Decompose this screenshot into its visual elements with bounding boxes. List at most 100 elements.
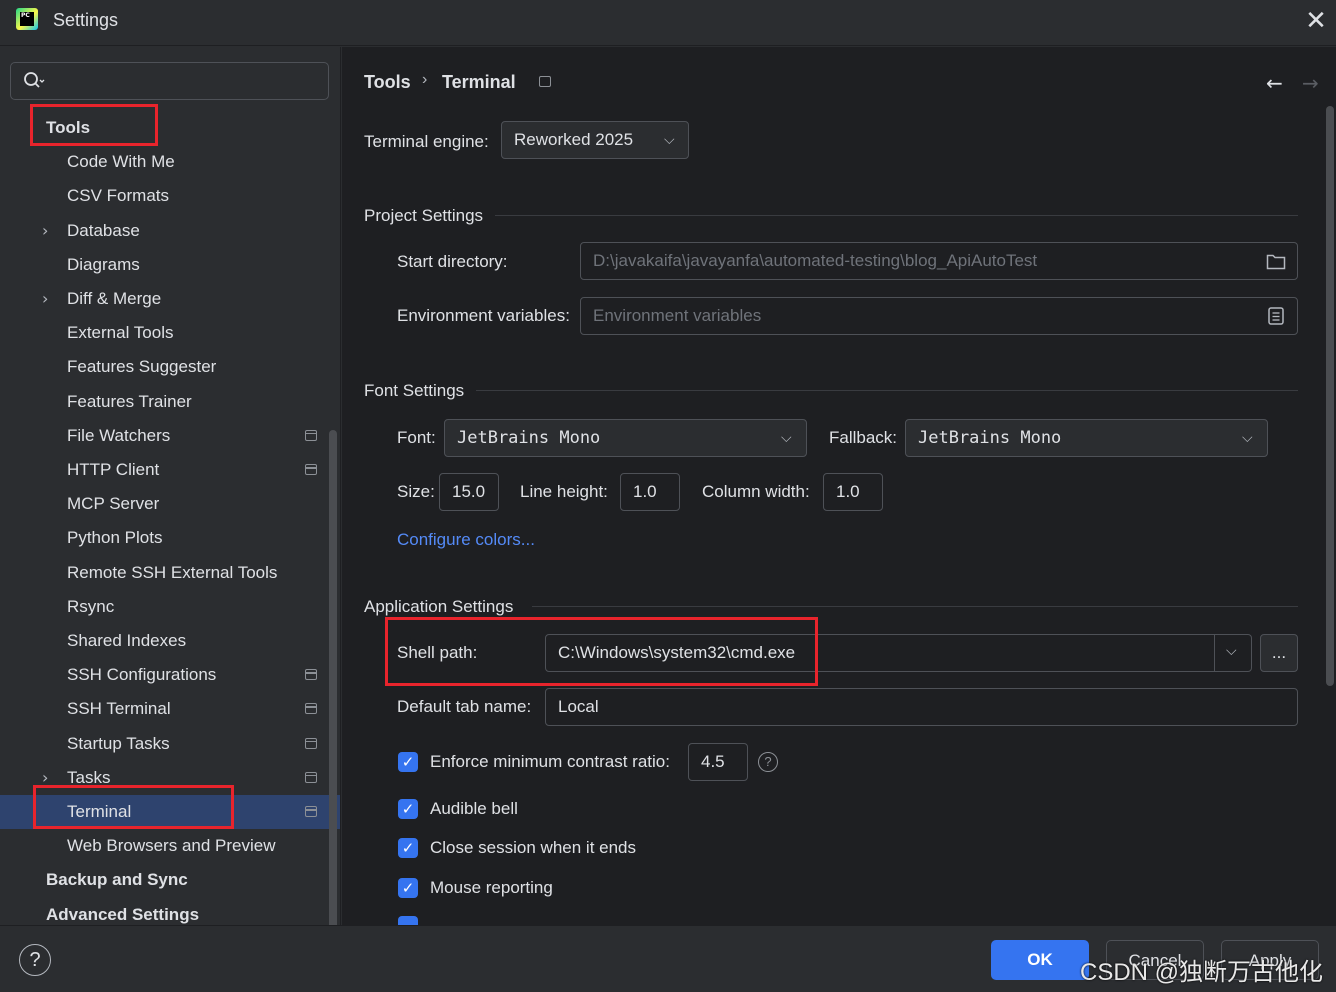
edit-list-icon[interactable] <box>1268 307 1284 325</box>
sidebar-item-label: SSH Terminal <box>67 699 171 719</box>
sidebar-item-label: Code With Me <box>67 152 175 172</box>
environment-variables-label: Environment variables: <box>397 306 570 325</box>
watermark: CSDN @独断万古他化 <box>1080 959 1324 986</box>
shell-path-dropdown-chevron-icon[interactable]: ⌵ <box>1226 643 1237 659</box>
fallback-font-dropdown[interactable]: JetBrains Mono ⌵ <box>905 419 1268 457</box>
sidebar-item-rsync[interactable]: Rsync <box>0 590 340 624</box>
terminal-engine-value: Reworked 2025 <box>514 130 634 149</box>
sidebar-item-features-suggester[interactable]: Features Suggester <box>0 350 340 384</box>
line-height-field[interactable]: 1.0 <box>620 473 680 511</box>
sidebar-item-external-tools[interactable]: External Tools <box>0 316 340 350</box>
breadcrumb-parent[interactable]: Tools <box>364 72 411 93</box>
sidebar-item-label: Shared Indexes <box>67 631 187 650</box>
sidebar-item-label: File Watchers <box>67 425 171 445</box>
forward-arrow-icon[interactable]: → <box>1302 71 1319 95</box>
column-width-label: Column width: <box>702 482 810 501</box>
sidebar-item-label: Diff & Merge <box>67 289 162 308</box>
project-level-icon <box>305 669 317 681</box>
chevron-down-icon: ⌵ <box>664 132 675 148</box>
back-arrow-icon[interactable]: ← <box>1266 71 1283 95</box>
default-tab-name-field[interactable]: Local <box>545 688 1298 726</box>
content-scrollbar[interactable] <box>1326 106 1334 686</box>
font-size-field[interactable]: 15.0 <box>439 473 499 511</box>
sidebar-scrollbar[interactable] <box>329 430 337 946</box>
chevron-right-icon[interactable]: › <box>42 282 48 316</box>
size-label: Size: <box>397 482 435 501</box>
sidebar-item-label: Web Browsers and Preview <box>67 836 276 856</box>
separator <box>495 215 1298 216</box>
sidebar-item-python-plots[interactable]: Python Plots <box>0 521 340 555</box>
sidebar-item-features-trainer[interactable]: Features Trainer <box>0 385 340 419</box>
highlight-box-tools <box>30 104 158 146</box>
fallback-value: JetBrains Mono <box>918 428 1062 448</box>
sidebar-item-shared-indexes[interactable]: Shared Indexes <box>0 624 340 658</box>
search-input[interactable] <box>10 62 329 100</box>
sidebar-item-mcp-server[interactable]: MCP Server <box>0 487 340 521</box>
sidebar-item-code-with-me[interactable]: Code With Me <box>0 145 340 179</box>
start-directory-value: D:\javakaifa\javayanfa\automated-testing… <box>593 251 1038 270</box>
project-level-icon <box>305 737 317 749</box>
project-level-icon <box>305 429 317 441</box>
sidebar-item-ssh-configurations[interactable]: SSH Configurations <box>0 658 340 692</box>
contrast-ratio-checkbox[interactable]: ✓ <box>398 752 418 772</box>
mouse-reporting-label: Mouse reporting <box>430 878 553 897</box>
sidebar-item-backup-and-sync[interactable]: Backup and Sync <box>0 863 340 897</box>
environment-variables-field[interactable]: Environment variables <box>580 297 1298 335</box>
browse-button[interactable]: ... <box>1260 634 1298 672</box>
chevron-right-icon[interactable]: › <box>42 214 48 248</box>
search-icon <box>24 72 45 88</box>
separator <box>532 606 1298 607</box>
sidebar-item-label: Features Trainer <box>67 391 192 411</box>
configure-colors-link[interactable]: Configure colors... <box>397 530 535 550</box>
sidebar-item-csv-formats[interactable]: CSV Formats <box>0 179 340 213</box>
column-width-field[interactable]: 1.0 <box>823 473 883 511</box>
default-tab-name-label: Default tab name: <box>397 697 532 716</box>
sidebar-item-label: Remote SSH External Tools <box>67 562 278 582</box>
sidebar-item-label: Features Suggester <box>67 357 217 377</box>
highlight-box-terminal <box>33 785 234 829</box>
terminal-engine-dropdown[interactable]: Reworked 2025 ⌵ <box>501 121 689 159</box>
partially-visible-checkbox[interactable] <box>398 916 418 925</box>
window-title: Settings <box>53 10 119 30</box>
sidebar-item-remote-ssh-external-tools[interactable]: Remote SSH External Tools <box>0 556 340 590</box>
sidebar-item-label: External Tools <box>67 323 174 343</box>
sidebar-item-label: Python Plots <box>67 528 163 548</box>
line-height-value: 1.0 <box>633 482 657 501</box>
folder-icon[interactable] <box>1266 253 1286 270</box>
sidebar-item-file-watchers[interactable]: File Watchers <box>0 419 340 453</box>
environment-variables-placeholder: Environment variables <box>593 306 762 325</box>
start-directory-label: Start directory: <box>397 252 508 271</box>
sidebar-item-diff-merge[interactable]: › Diff & Merge <box>0 282 340 316</box>
close-session-checkbox[interactable]: ✓ <box>398 838 418 858</box>
start-directory-field[interactable]: D:\javakaifa\javayanfa\automated-testing… <box>580 242 1298 280</box>
separator <box>476 390 1298 391</box>
contrast-ratio-label: Enforce minimum contrast ratio: <box>430 752 670 771</box>
sidebar-item-label: SSH Configurations <box>67 665 217 685</box>
sidebar-item-label: MCP Server <box>67 494 160 514</box>
contrast-ratio-value: 4.5 <box>701 752 725 771</box>
sidebar-item-web-browsers-and-preview[interactable]: Web Browsers and Preview <box>0 829 340 863</box>
help-button[interactable]: ? <box>19 944 51 976</box>
column-width-value: 1.0 <box>836 482 860 501</box>
sidebar-item-startup-tasks[interactable]: Startup Tasks <box>0 727 340 761</box>
sidebar-item-ssh-terminal[interactable]: SSH Terminal <box>0 692 340 726</box>
ok-button[interactable]: OK <box>991 940 1089 980</box>
mouse-reporting-checkbox[interactable]: ✓ <box>398 878 418 898</box>
help-icon[interactable]: ? <box>758 752 778 772</box>
contrast-ratio-field[interactable]: 4.5 <box>688 743 748 781</box>
font-dropdown[interactable]: JetBrains Mono ⌵ <box>444 419 807 457</box>
terminal-engine-label: Terminal engine: <box>364 132 489 151</box>
line-height-label: Line height: <box>520 482 608 501</box>
audible-bell-checkbox[interactable]: ✓ <box>398 799 418 819</box>
sidebar-item-database[interactable]: › Database <box>0 214 340 248</box>
project-level-icon <box>305 464 317 475</box>
sidebar-item-http-client[interactable]: HTTP Client <box>0 453 340 487</box>
sidebar-item-diagrams[interactable]: Diagrams <box>0 248 340 282</box>
project-level-icon <box>305 806 317 817</box>
project-level-icon <box>305 703 317 715</box>
sidebar-item-label: Database <box>67 220 140 240</box>
font-label: Font: <box>397 428 436 447</box>
project-level-icon <box>305 771 317 783</box>
sidebar-item-label: Rsync <box>67 596 115 616</box>
close-icon[interactable]: ✕ <box>1300 6 1332 36</box>
